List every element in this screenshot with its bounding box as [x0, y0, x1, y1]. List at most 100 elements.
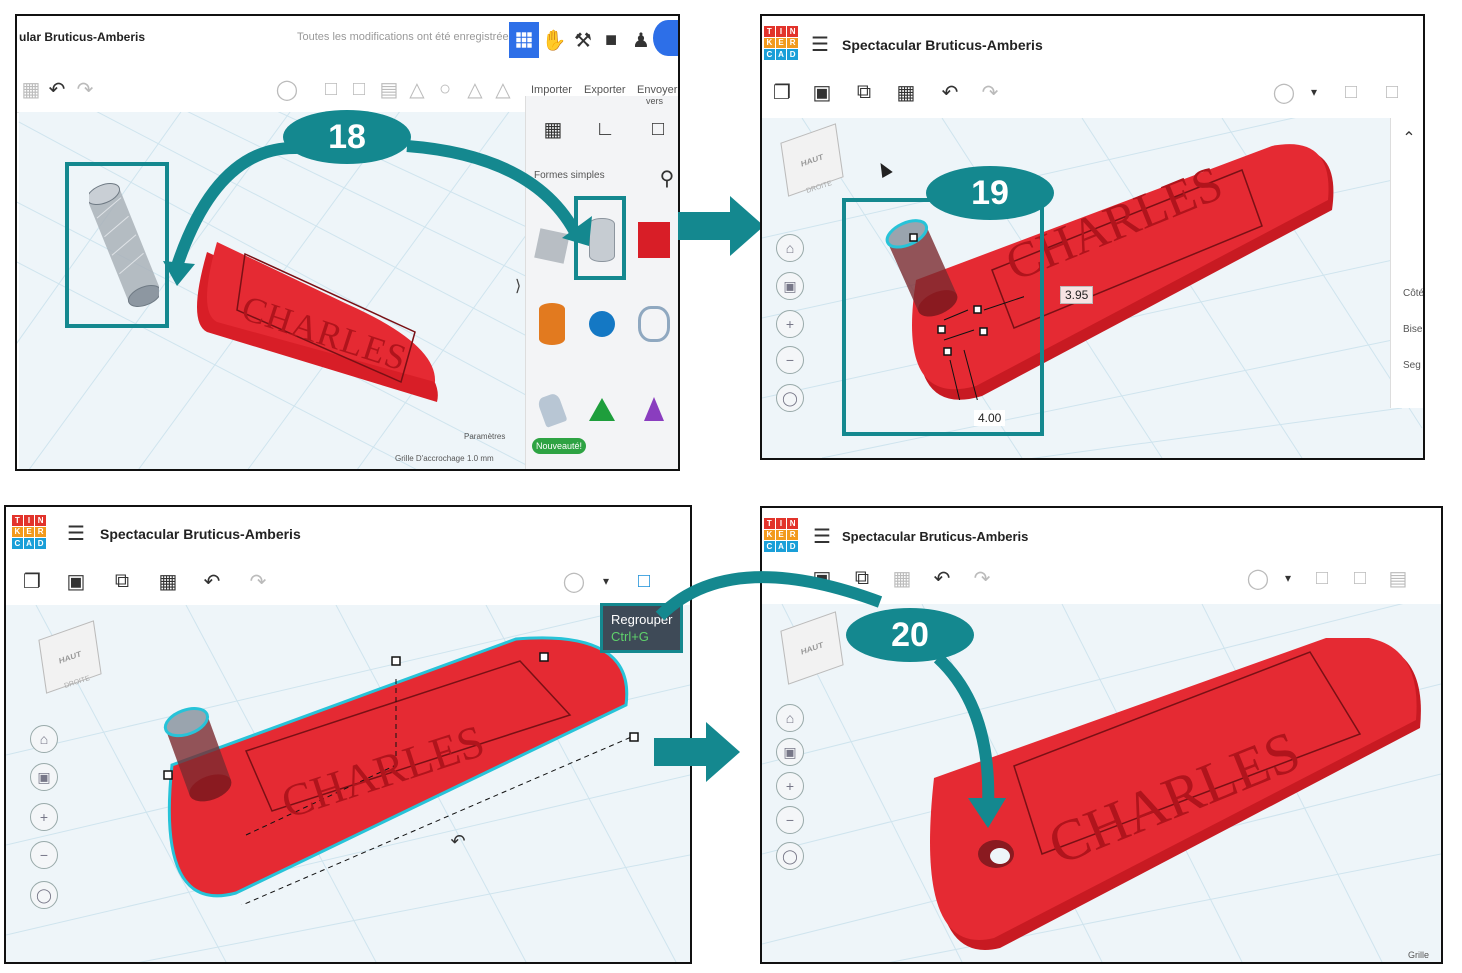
redo-icon[interactable]: ↷ [244, 567, 272, 595]
trash-icon[interactable]: ▦ [888, 564, 916, 592]
zoom-in-button[interactable]: + [776, 772, 804, 800]
project-title[interactable]: Spectacular Bruticus-Amberis [100, 526, 301, 542]
redo-icon[interactable]: ↷ [968, 564, 996, 592]
light-bulb-icon[interactable]: ◯ [560, 567, 588, 595]
dropdown-icon[interactable]: ▾ [592, 567, 620, 595]
project-title[interactable]: Spectacular Bruticus-Amberis [842, 37, 1043, 53]
home-view-button[interactable]: ⌂ [30, 725, 58, 753]
fit-view-button[interactable]: ▣ [776, 738, 804, 766]
paste-icon[interactable]: ▣ [62, 567, 90, 595]
align-icon[interactable]: ▤ [375, 75, 403, 103]
copy-icon[interactable]: ❐ [18, 567, 46, 595]
tinkercad-logo[interactable]: TIN KER CAD [12, 515, 46, 549]
params-label[interactable]: Paramètres [464, 432, 505, 441]
project-title[interactable]: ular Bruticus-Amberis [19, 30, 145, 44]
home-view-button[interactable]: ⌂ [776, 234, 804, 262]
shape-category-select[interactable]: Formes simples [534, 170, 605, 181]
collapse-panel-button[interactable]: ⟩ [515, 276, 521, 296]
ruler-tool-icon[interactable]: ∟ [588, 112, 622, 146]
dropdown-icon[interactable]: ▾ [1300, 78, 1328, 106]
tinkercad-logo[interactable]: TIN KER CAD [764, 26, 798, 60]
perspective-button[interactable]: ◯ [776, 842, 804, 870]
shape-cylinder[interactable] [528, 292, 576, 356]
shape-pyramid[interactable] [578, 378, 626, 442]
snap-grid-value[interactable]: 1.0 mm [467, 454, 494, 463]
search-icon[interactable]: ⚲ [653, 164, 678, 192]
tinkercad-logo[interactable]: TIN KER CAD [764, 518, 798, 552]
zoom-in-button[interactable]: + [776, 310, 804, 338]
zoom-out-button[interactable]: − [30, 841, 58, 869]
home-view-button[interactable]: ⌂ [776, 704, 804, 732]
workplane-scene[interactable]: CHARLES HAUT ⌂ ▣ + − ◯ Grille [762, 604, 1441, 962]
chevron-up-icon[interactable]: ⌃ [1395, 124, 1423, 152]
grid-view-icon[interactable] [509, 22, 539, 58]
hole-cylinder-selected[interactable] [884, 210, 1024, 400]
trash-icon[interactable]: ▦ [154, 567, 182, 595]
zoom-out-button[interactable]: − [776, 806, 804, 834]
fit-view-button[interactable]: ▣ [30, 763, 58, 791]
brick-icon[interactable]: ■ [597, 26, 625, 54]
trash-icon[interactable]: ▦ [17, 75, 45, 103]
light-bulb-icon[interactable]: ◯ [273, 75, 301, 103]
rotate-handle-icon[interactable]: ↶ [444, 827, 472, 855]
shape-box-hole[interactable] [528, 214, 576, 278]
duplicate-icon[interactable]: ⧉ [848, 564, 876, 592]
ungroup-icon[interactable]: □ [1346, 564, 1374, 592]
paste-icon[interactable]: ▣ [808, 78, 836, 106]
perspective-button[interactable]: ◯ [30, 881, 58, 909]
group-icon[interactable]: □ [317, 75, 345, 103]
fit-view-button[interactable]: ▣ [776, 272, 804, 300]
undo-icon[interactable]: ↶ [936, 78, 964, 106]
undo-icon[interactable]: ↶ [928, 564, 956, 592]
send-to-button[interactable]: Envoyer [637, 84, 677, 96]
project-title[interactable]: Spectacular Bruticus-Amberis [842, 529, 1028, 544]
workplane-scene[interactable]: CHARLES HAUT DROITE ⌂ ▣ + − ◯ ↶ [6, 605, 690, 962]
trash-icon[interactable]: ▦ [892, 78, 920, 106]
workplane-tool-icon[interactable]: ▦ [536, 112, 570, 146]
avatar[interactable] [653, 20, 678, 56]
zoom-out-button[interactable]: − [776, 346, 804, 374]
group-icon[interactable]: □ [1337, 78, 1365, 106]
project-list-icon[interactable]: ☰ [62, 519, 90, 547]
paste-icon[interactable]: ▣ [808, 564, 836, 592]
ungroup-icon[interactable]: □ [1378, 78, 1406, 106]
import-button[interactable]: Importer [531, 84, 572, 96]
duplicate-icon[interactable]: ⧉ [850, 78, 878, 106]
note-icon[interactable]: △ [489, 75, 517, 103]
group-icon[interactable]: □ [1308, 564, 1336, 592]
mirror-icon[interactable]: △ [403, 75, 431, 103]
hand-icon[interactable]: ✋ [540, 26, 568, 54]
ungroup-icon[interactable]: □ [345, 75, 373, 103]
project-list-icon[interactable]: ☰ [806, 30, 834, 58]
duplicate-icon[interactable]: ⧉ [108, 567, 136, 595]
dropdown-icon[interactable]: ▾ [1274, 564, 1302, 592]
shape-cylinder-hole[interactable] [578, 208, 626, 272]
perspective-button[interactable]: ◯ [776, 384, 804, 412]
redo-icon[interactable]: ↷ [71, 75, 99, 103]
shape-cone[interactable] [630, 378, 678, 442]
ruler-icon[interactable]: △ [461, 75, 489, 103]
shape-freeform[interactable] [528, 378, 576, 442]
group-icon[interactable]: □ [630, 567, 658, 595]
light-bulb-icon[interactable]: ◯ [1270, 78, 1298, 106]
export-button[interactable]: Exporter [584, 84, 626, 96]
shape-box[interactable] [630, 208, 678, 272]
redo-icon[interactable]: ↷ [976, 78, 1004, 106]
add-user-icon[interactable]: ♟ [627, 26, 655, 54]
notes-tool-icon[interactable]: □ [641, 112, 675, 146]
light-bulb-icon[interactable]: ◯ [1244, 564, 1272, 592]
shape-scribble[interactable] [630, 292, 678, 356]
zoom-in-button[interactable]: + [30, 803, 58, 831]
align-icon[interactable]: ▤ [1384, 564, 1412, 592]
undo-icon[interactable]: ↶ [43, 75, 71, 103]
shape-sphere[interactable] [578, 292, 626, 356]
undo-icon[interactable]: ↶ [198, 567, 226, 595]
hole-cylinder[interactable] [89, 180, 159, 310]
workplane-scene[interactable]: CHARLES HAUT DROITE ⌂ ▣ + − ◯ 3.95 4.00 [762, 118, 1423, 458]
pickaxe-icon[interactable]: ⚒ [569, 26, 597, 54]
copy-icon[interactable]: ❐ [768, 78, 796, 106]
project-list-icon[interactable]: ☰ [808, 522, 836, 550]
dimension-width[interactable]: 3.95 [1060, 286, 1094, 304]
dimension-length[interactable]: 4.00 [974, 410, 1006, 426]
workplane-icon[interactable]: ○ [431, 75, 459, 103]
